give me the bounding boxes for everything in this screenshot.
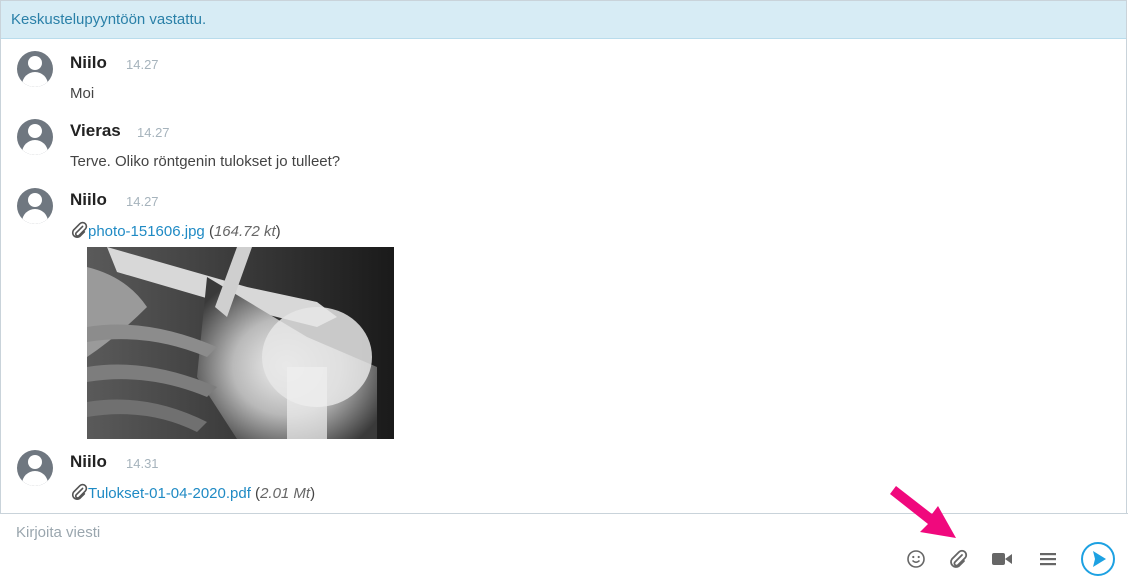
xray-image[interactable] (87, 247, 394, 439)
video-camera-icon[interactable] (991, 549, 1013, 569)
paperclip-icon (71, 221, 88, 238)
chat-transcript: Keskustelupyyntöön vastattu. Niilo 14.27… (0, 0, 1127, 513)
message-author: Niilo (70, 53, 107, 72)
avatar (17, 51, 53, 87)
message-time: 14.27 (126, 194, 159, 209)
attachment-size: 2.01 Mt (260, 485, 311, 502)
emoji-icon[interactable] (906, 549, 926, 569)
message-time: 14.27 (137, 125, 170, 140)
send-button[interactable] (1081, 542, 1115, 576)
avatar (17, 450, 53, 486)
message-time: 14.31 (126, 456, 159, 471)
status-banner: Keskustelupyyntöön vastattu. (1, 1, 1126, 39)
message-author: Niilo (70, 190, 107, 209)
message-author: Niilo (70, 452, 107, 471)
attachment: Tulokset-01-04-2020.pdf (2.01 Mt) (70, 483, 315, 502)
paperclip-icon (71, 483, 88, 500)
message-text: Terve. Oliko röntgenin tulokset jo tulle… (70, 153, 341, 170)
menu-icon[interactable] (1038, 549, 1058, 569)
avatar (17, 188, 53, 224)
message-input[interactable]: Kirjoita viesti (16, 524, 100, 541)
send-icon (1093, 551, 1106, 567)
message-text: Moi (70, 85, 95, 102)
attachment: photo-151606.jpg (164.72 kt) (70, 221, 281, 240)
attachment-link[interactable]: Tulokset-01-04-2020.pdf (88, 485, 251, 502)
message-time: 14.27 (126, 57, 159, 72)
attachment-size: 164.72 kt (213, 223, 276, 240)
highlight-arrow-icon (890, 486, 956, 538)
avatar (17, 119, 53, 155)
attachment-link[interactable]: photo-151606.jpg (88, 223, 205, 240)
paperclip-icon[interactable] (948, 549, 968, 569)
message-author: Vieras (70, 121, 121, 140)
